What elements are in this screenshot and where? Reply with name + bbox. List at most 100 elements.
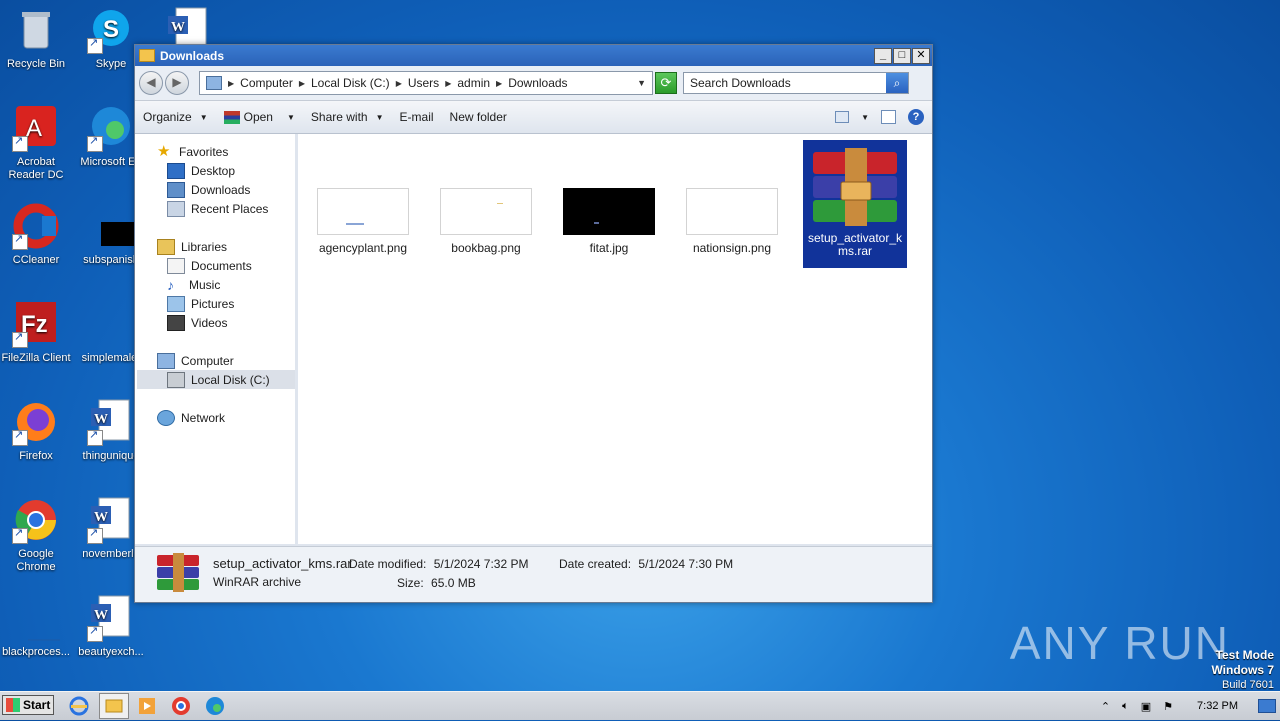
chevron-right-icon[interactable]: ▶ xyxy=(396,79,402,88)
refresh-button[interactable]: ⟳ xyxy=(655,72,677,94)
address-bar[interactable]: ▶ Computer ▶ Local Disk (C:) ▶ Users ▶ a… xyxy=(199,71,653,95)
desktop-icon-beautyexch[interactable]: W beautyexch... xyxy=(73,594,149,659)
search-input[interactable]: Search Downloads ⌕ xyxy=(683,72,909,94)
nav-favorites[interactable]: ★ Favorites xyxy=(137,142,295,161)
show-hidden-icons-icon[interactable]: ⌃ xyxy=(1101,700,1110,713)
nav-pictures[interactable]: Pictures xyxy=(137,294,295,313)
desktop-icon-ccleaner[interactable]: CCleaner xyxy=(0,202,74,267)
system-tray: ⌃ 🔈︎ ▣ ⚑ 7:32 PM xyxy=(1095,694,1280,718)
test-mode-notice: Test Mode Windows 7 Build 7601 xyxy=(1211,648,1274,691)
internet-explorer-icon[interactable] xyxy=(68,695,90,717)
taskbar: Start ⌃ 🔈︎ ▣ ⚑ 7:32 PM xyxy=(0,691,1280,720)
file-item[interactable]: bookbag.png xyxy=(434,188,538,255)
filezilla-icon: Fz xyxy=(12,300,60,348)
nav-desktop[interactable]: Desktop xyxy=(137,161,295,180)
breadcrumb-computer[interactable]: Computer xyxy=(240,76,293,90)
file-item[interactable]: agencyplant.png xyxy=(311,188,415,255)
organize-button[interactable]: Organize ▼ xyxy=(143,110,208,124)
breadcrumb-downloads[interactable]: Downloads xyxy=(508,76,567,90)
breadcrumb-local-disk[interactable]: Local Disk (C:) xyxy=(311,76,390,90)
desktop-icon-blackproces[interactable]: blackproces... xyxy=(0,594,74,659)
blank-file-icon xyxy=(87,300,135,348)
desktop-icon-recycle-bin[interactable]: Recycle Bin xyxy=(0,6,74,71)
forward-button[interactable]: ▶ xyxy=(165,71,189,95)
details-created: Date created: 5/1/2024 7:30 PM xyxy=(559,557,734,571)
file-item[interactable]: fitat.jpg xyxy=(557,188,661,255)
media-player-icon[interactable] xyxy=(136,695,158,717)
word-document-icon: W xyxy=(87,594,135,642)
chevron-right-icon[interactable]: ▶ xyxy=(228,79,234,88)
new-folder-button[interactable]: New folder xyxy=(450,110,507,124)
nav-music[interactable]: ♪ Music xyxy=(137,275,295,294)
blank-file-icon xyxy=(12,594,72,642)
edge-icon[interactable] xyxy=(204,695,226,717)
downloads-folder-icon xyxy=(167,181,185,198)
svg-text:S: S xyxy=(103,16,119,43)
nav-recent-places[interactable]: Recent Places xyxy=(137,199,295,218)
network-status-icon[interactable]: ▣ xyxy=(1141,700,1151,713)
libraries-icon xyxy=(157,238,175,255)
chevron-right-icon[interactable]: ▶ xyxy=(496,79,502,88)
chrome-icon xyxy=(12,496,60,544)
svg-text:W: W xyxy=(171,20,185,35)
explorer-window: Downloads _ □ ✕ ◀ ▶ ▶ Computer ▶ Local D… xyxy=(134,44,933,603)
minimize-button[interactable]: _ xyxy=(874,47,892,64)
show-desktop-icon[interactable] xyxy=(1258,699,1276,713)
help-icon[interactable]: ? xyxy=(908,109,924,125)
details-filetype: WinRAR archive xyxy=(213,575,302,589)
clock[interactable]: 7:32 PM xyxy=(1197,700,1238,712)
winrar-archive-icon xyxy=(809,146,901,226)
file-item[interactable]: nationsign.png xyxy=(680,188,784,255)
image-thumbnail xyxy=(440,188,532,235)
desktop-icon-firefox[interactable]: Firefox xyxy=(0,398,74,463)
window-content: ★ Favorites Desktop Downloads Recent Pla… xyxy=(135,134,932,544)
image-thumbnail xyxy=(317,188,409,235)
word-document-icon: W xyxy=(87,398,135,446)
open-button[interactable]: Open ▼ xyxy=(223,110,295,124)
action-center-flag-icon[interactable]: ⚑ xyxy=(1163,700,1173,713)
desktop-icon xyxy=(167,162,185,179)
windows-logo-icon xyxy=(6,698,20,712)
file-item-selected[interactable]: setup_activator_kms.rar xyxy=(803,140,907,268)
nav-libraries[interactable]: Libraries xyxy=(137,237,295,256)
nav-computer[interactable]: Computer xyxy=(137,351,295,370)
svg-text:W: W xyxy=(94,412,108,427)
start-button[interactable]: Start xyxy=(2,695,54,715)
desktop-icon-acrobat[interactable]: A Acrobat Reader DC xyxy=(0,104,74,182)
preview-pane-icon[interactable] xyxy=(881,110,896,124)
black-file-icon xyxy=(87,202,147,250)
nav-videos[interactable]: Videos xyxy=(137,313,295,332)
desktop-icon-filezilla[interactable]: Fz FileZilla Client xyxy=(0,300,74,365)
chevron-right-icon[interactable]: ▶ xyxy=(299,79,305,88)
chrome-icon[interactable] xyxy=(170,695,192,717)
nav-documents[interactable]: Documents xyxy=(137,256,295,275)
share-with-button[interactable]: Share with ▼ xyxy=(311,110,384,124)
chevron-down-icon[interactable]: ▼ xyxy=(637,78,646,88)
breadcrumb-users[interactable]: Users xyxy=(408,76,439,90)
recycle-bin-icon xyxy=(12,6,60,54)
nav-network[interactable]: Network xyxy=(137,408,295,427)
svg-text:W: W xyxy=(94,608,108,623)
chevron-down-icon[interactable]: ▼ xyxy=(861,113,869,122)
desktop-icon-chrome[interactable]: Google Chrome xyxy=(0,496,74,574)
folder-icon xyxy=(139,49,155,62)
volume-icon[interactable]: 🔈︎ xyxy=(1122,700,1129,713)
chevron-right-icon[interactable]: ▶ xyxy=(445,79,451,88)
window-titlebar[interactable]: Downloads _ □ ✕ xyxy=(135,45,932,66)
details-size: Size: 65.0 MB xyxy=(397,576,476,590)
image-thumbnail xyxy=(686,188,778,235)
file-list: agencyplant.png bookbag.png fitat.jpg na… xyxy=(299,134,930,544)
maximize-button[interactable]: □ xyxy=(893,47,911,64)
breadcrumb-admin[interactable]: admin xyxy=(457,76,490,90)
search-icon[interactable]: ⌕ xyxy=(886,73,908,93)
recent-places-icon xyxy=(167,200,185,217)
change-view-icon[interactable] xyxy=(835,111,850,123)
ccleaner-icon xyxy=(12,202,60,250)
nav-local-disk[interactable]: Local Disk (C:) xyxy=(137,370,295,389)
explorer-taskbar-icon[interactable] xyxy=(99,693,129,719)
computer-icon xyxy=(206,76,222,90)
back-button[interactable]: ◀ xyxy=(139,71,163,95)
email-button[interactable]: E-mail xyxy=(400,110,434,124)
nav-downloads[interactable]: Downloads xyxy=(137,180,295,199)
close-button[interactable]: ✕ xyxy=(912,47,930,64)
